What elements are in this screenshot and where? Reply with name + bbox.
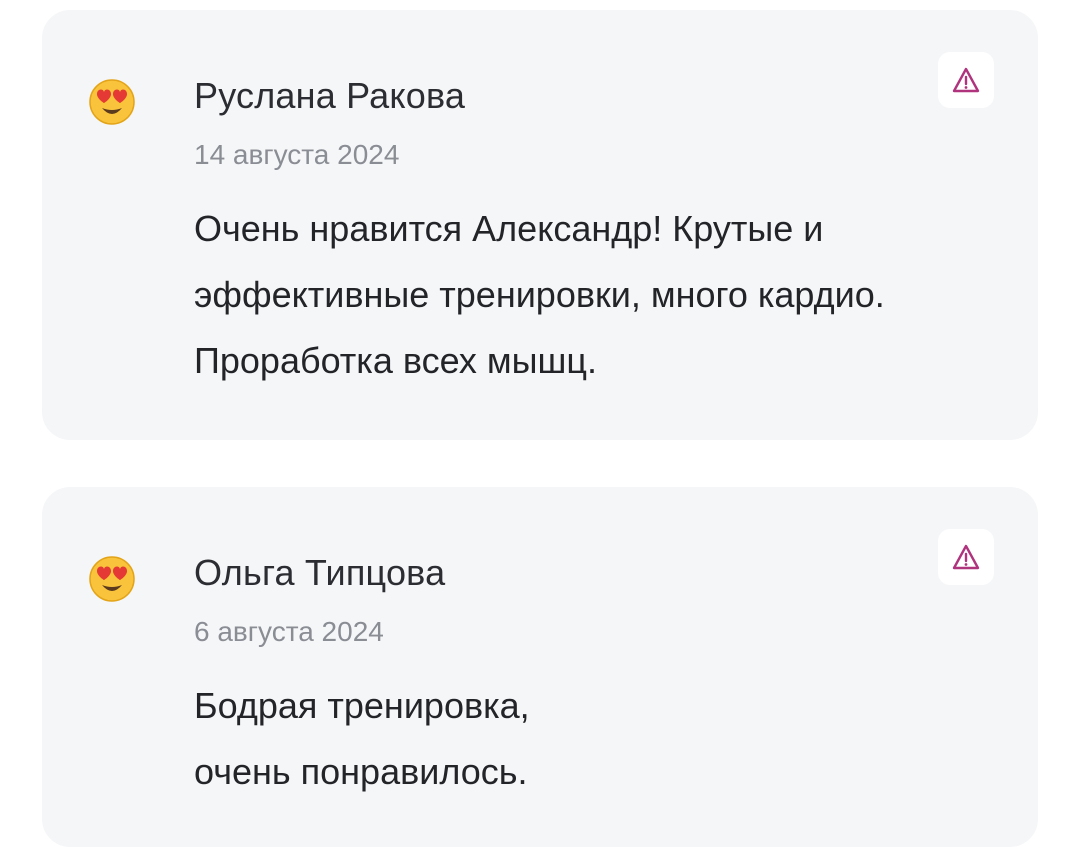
review-text: Бодрая тренировка, очень понравилось.: [194, 685, 530, 792]
review-card: Руслана Ракова 14 августа 2024 Очень нра…: [42, 10, 1038, 440]
heart-eyes-emoji-icon: [89, 556, 135, 602]
heart-eyes-emoji-icon: [89, 79, 135, 125]
review-card: Ольга Типцова 6 августа 2024 Бодрая трен…: [42, 487, 1038, 847]
review-date: 6 августа 2024: [194, 616, 384, 647]
review-author: Ольга Типцова: [194, 552, 446, 593]
warning-triangle-icon: [952, 544, 980, 570]
report-button[interactable]: [938, 529, 994, 585]
review-author: Руслана Ракова: [194, 75, 466, 116]
report-button[interactable]: [938, 52, 994, 108]
review-text: Очень нравится Александр! Крутые и эффек…: [194, 208, 885, 381]
warning-triangle-icon: [952, 67, 980, 93]
review-date: 14 августа 2024: [194, 139, 400, 170]
